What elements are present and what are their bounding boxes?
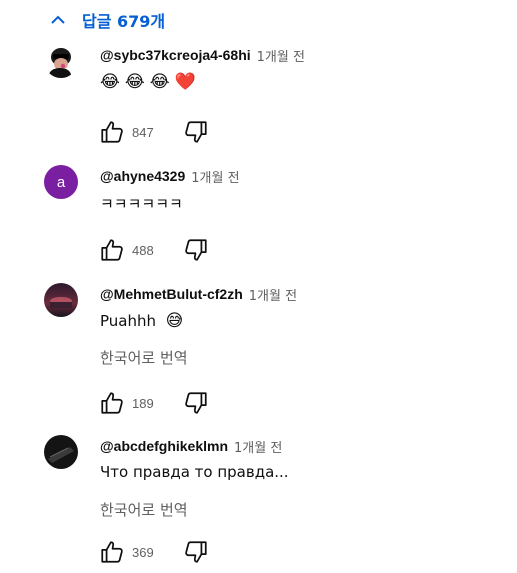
comment-time[interactable]: 1개월 전 (191, 167, 239, 186)
author-name[interactable]: @MehmetBulut-cf2zh (100, 286, 243, 302)
comment-time[interactable]: 1개월 전 (257, 46, 305, 65)
replies-toggle-button[interactable]: 답글 679개 (48, 6, 165, 34)
author-name[interactable]: @ahyne4329 (100, 168, 185, 184)
comment-time[interactable]: 1개월 전 (234, 437, 282, 456)
comment-time[interactable]: 1개월 전 (249, 285, 297, 304)
thumbs-down-icon (185, 121, 207, 143)
comment-text: ㅋㅋㅋㅋㅋㅋ (100, 195, 183, 213)
emoji: 😅 (165, 311, 184, 331)
chevron-up-icon (48, 10, 68, 30)
like-count: 189 (132, 395, 154, 411)
comment-text: 😂 😂 😂 ❤️ (100, 72, 201, 92)
replies-count-label: 답글 679개 (82, 12, 166, 31)
avatar[interactable] (44, 435, 78, 469)
thumbs-up-icon (101, 121, 123, 143)
like-count: 488 (132, 242, 154, 258)
author-name[interactable]: @sybc37kcreoja4-68hi (100, 47, 251, 63)
thumbs-down-icon (185, 239, 207, 261)
thumbs-up-icon (101, 392, 123, 414)
thumbs-up-icon (101, 541, 123, 563)
like-count: 369 (132, 544, 154, 560)
comment-text: Что правда то правда... (100, 463, 289, 481)
thumbs-down-icon (185, 541, 207, 563)
avatar[interactable] (44, 283, 78, 317)
avatar-letter: a (56, 173, 66, 191)
comment-text: Puahhh 😅 (100, 311, 188, 331)
emoji: 😂 (100, 72, 120, 92)
like-button[interactable] (96, 387, 128, 419)
thumbs-down-icon (185, 392, 207, 414)
like-count: 847 (132, 124, 154, 140)
translate-link[interactable]: 한국어로 번역 (100, 347, 188, 368)
dislike-button[interactable] (180, 116, 212, 148)
thumbs-up-icon (101, 239, 123, 261)
author-name[interactable]: @abcdefghikeklmn (100, 438, 228, 454)
avatar[interactable]: a (44, 165, 78, 199)
like-button[interactable] (96, 234, 128, 266)
translate-link[interactable]: 한국어로 번역 (100, 499, 188, 520)
dislike-button[interactable] (180, 536, 212, 568)
emoji: 😂 (124, 72, 145, 92)
emoji: 😂 (149, 72, 170, 92)
dislike-button[interactable] (180, 387, 212, 419)
like-button[interactable] (96, 116, 128, 148)
avatar[interactable] (44, 44, 78, 78)
like-button[interactable] (96, 536, 128, 568)
emoji: ❤️ (174, 72, 196, 92)
dislike-button[interactable] (180, 234, 212, 266)
comment-text-body: Puahhh (100, 312, 157, 330)
